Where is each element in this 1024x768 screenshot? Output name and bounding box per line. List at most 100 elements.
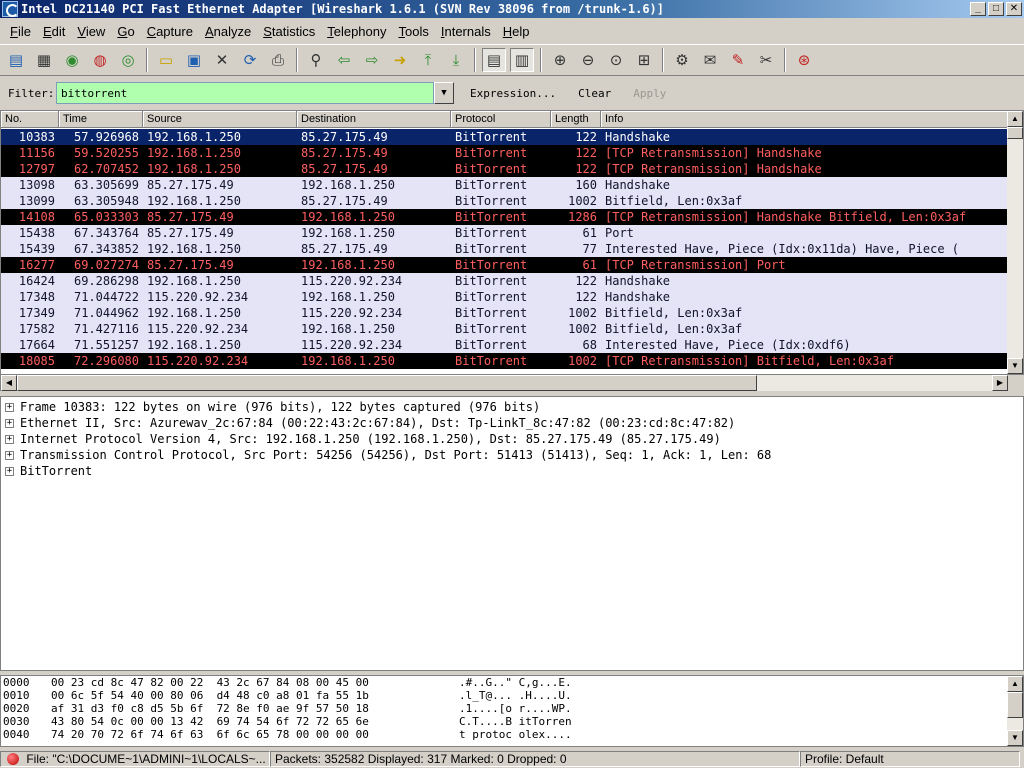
column-header-info[interactable]: Info xyxy=(601,111,1009,128)
filter-history-dropdown[interactable]: ▼ xyxy=(434,82,454,104)
menu-view[interactable]: View xyxy=(71,24,111,39)
close-window-button[interactable]: ✕ xyxy=(1006,2,1022,16)
menu-statistics[interactable]: Statistics xyxy=(257,24,321,39)
expand-icon[interactable]: + xyxy=(5,450,14,460)
first-packet-icon[interactable]: ⤒ xyxy=(416,48,440,72)
hex-row[interactable]: 0000 00 23 cd 8c 47 82 00 22 43 2c 67 84 … xyxy=(1,676,1023,689)
start-capture-icon[interactable]: ◉ xyxy=(60,48,84,72)
column-header-destination[interactable]: Destination xyxy=(297,111,451,128)
packet-row[interactable]: 12797 62.707452 192.168.1.250 85.27.175.49 B… xyxy=(1,161,1009,177)
apply-filter-button[interactable]: Apply xyxy=(627,87,672,100)
menu-file[interactable]: File xyxy=(4,24,37,39)
scroll-left-arrow[interactable]: ◀ xyxy=(1,375,17,391)
detail-ipv4[interactable]: + Internet Protocol Version 4, Src: 192.… xyxy=(1,431,1023,447)
interfaces-icon[interactable]: ▤ xyxy=(4,48,28,72)
status-profile-panel[interactable]: Profile: Default xyxy=(800,751,1020,767)
display-filters-icon[interactable]: ✉ xyxy=(698,48,722,72)
normal-size-icon[interactable]: ⊙ xyxy=(604,48,628,72)
go-to-packet-icon[interactable]: ➜ xyxy=(388,48,412,72)
menu-tools[interactable]: Tools xyxy=(393,24,435,39)
zoom-in-icon[interactable]: ⊕ xyxy=(548,48,572,72)
packet-list-vscrollbar[interactable]: ▲ ▼ xyxy=(1007,111,1023,374)
colorize-icon[interactable]: ▤ xyxy=(482,48,506,72)
scroll-right-arrow[interactable]: ▶ xyxy=(992,375,1008,391)
go-back-icon[interactable]: ⇦ xyxy=(332,48,356,72)
open-file-icon[interactable]: ▭ xyxy=(154,48,178,72)
expression-button[interactable]: Expression... xyxy=(464,87,562,100)
column-header-source[interactable]: Source xyxy=(143,111,297,128)
packet-row[interactable]: 14108 65.033303 85.27.175.49 192.168.1.250 B… xyxy=(1,209,1009,225)
packet-row[interactable]: 17348 71.044722 115.220.92.234 192.168.1.25… xyxy=(1,289,1009,305)
menu-help[interactable]: Help xyxy=(497,24,536,39)
menu-go[interactable]: Go xyxy=(111,24,140,39)
auto-scroll-icon[interactable]: ▥ xyxy=(510,48,534,72)
detail-bittorrent[interactable]: + BitTorrent xyxy=(1,463,1023,479)
hex-row[interactable]: 0040 74 20 70 72 6f 74 6f 63 6f 6c 65 78 … xyxy=(1,728,1023,741)
restart-capture-icon[interactable]: ◎ xyxy=(116,48,140,72)
expand-icon[interactable]: + xyxy=(5,466,14,476)
clear-filter-button[interactable]: Clear xyxy=(572,87,617,100)
column-header-length[interactable]: Length xyxy=(551,111,601,128)
resize-columns-icon[interactable]: ⊞ xyxy=(632,48,656,72)
packet-row[interactable]: 13098 63.305699 85.27.175.49 192.168.1.250 B… xyxy=(1,177,1009,193)
stop-capture-icon[interactable]: ◍ xyxy=(88,48,112,72)
packet-row[interactable]: 15438 67.343764 85.27.175.49 192.168.1.250 B… xyxy=(1,225,1009,241)
detail-tcp[interactable]: + Transmission Control Protocol, Src Por… xyxy=(1,447,1023,463)
find-icon[interactable]: ⚲ xyxy=(304,48,328,72)
zoom-out-icon[interactable]: ⊖ xyxy=(576,48,600,72)
packet-length: 122 xyxy=(575,130,597,144)
scroll-thumb[interactable] xyxy=(1007,692,1023,718)
coloring-rules-icon[interactable]: ✎ xyxy=(726,48,750,72)
scroll-up-arrow[interactable]: ▲ xyxy=(1007,111,1023,127)
menu-analyze[interactable]: Analyze xyxy=(199,24,257,39)
hex-row[interactable]: 0010 00 6c 5f 54 40 00 80 06 d4 48 c0 a8 … xyxy=(1,689,1023,702)
help-icon[interactable]: ⊛ xyxy=(792,48,816,72)
bytes-vscrollbar[interactable]: ▲ ▼ xyxy=(1007,676,1023,746)
expand-icon[interactable]: + xyxy=(5,402,14,412)
preferences-icon[interactable]: ✂ xyxy=(754,48,778,72)
capture-filters-icon[interactable]: ⚙ xyxy=(670,48,694,72)
detail-frame[interactable]: + Frame 10383: 122 bytes on wire (976 bi… xyxy=(1,399,1023,415)
packet-row[interactable]: 11156 59.520255 192.168.1.250 85.27.175.49 B… xyxy=(1,145,1009,161)
detail-ethernet[interactable]: + Ethernet II, Src: Azurewav_2c:67:84 (0… xyxy=(1,415,1023,431)
packet-row[interactable]: 10383 57.926968 192.168.1.250 85.27.175.49 B… xyxy=(1,129,1009,145)
maximize-button[interactable]: □ xyxy=(988,2,1004,16)
status-file-panel[interactable]: File: "C:\DOCUME~1\ADMINI~1\LOCALS~... xyxy=(0,751,270,767)
save-file-icon[interactable]: ▣ xyxy=(182,48,206,72)
hex-row[interactable]: 0030 43 80 54 0c 00 00 13 42 69 74 54 6f … xyxy=(1,715,1023,728)
scroll-up-arrow[interactable]: ▲ xyxy=(1007,676,1023,692)
packet-row[interactable]: 15439 67.343852 192.168.1.250 85.27.175.49 B… xyxy=(1,241,1009,257)
packet-row[interactable]: 17664 71.551257 192.168.1.250 115.220.92.23… xyxy=(1,337,1009,353)
column-header-protocol[interactable]: Protocol xyxy=(451,111,551,128)
column-header-no[interactable]: No. xyxy=(1,111,59,128)
hscroll-thumb[interactable] xyxy=(17,375,757,391)
menu-edit[interactable]: Edit xyxy=(37,24,71,39)
column-header-time[interactable]: Time xyxy=(59,111,143,128)
expert-info-icon[interactable] xyxy=(7,753,19,765)
menu-telephony[interactable]: Telephony xyxy=(321,24,392,39)
menu-internals[interactable]: Internals xyxy=(435,24,497,39)
scroll-down-arrow[interactable]: ▼ xyxy=(1007,358,1023,374)
reload-icon[interactable]: ⟳ xyxy=(238,48,262,72)
packet-row[interactable]: 13099 63.305948 192.168.1.250 85.27.175.49 B… xyxy=(1,193,1009,209)
scroll-down-arrow[interactable]: ▼ xyxy=(1007,730,1023,746)
hex-row[interactable]: 0020 af 31 d3 f0 c8 d5 5b 6f 72 8e f0 ae … xyxy=(1,702,1023,715)
display-filter-input[interactable] xyxy=(56,82,434,104)
wireshark-app-icon[interactable] xyxy=(2,1,19,17)
packet-row[interactable]: 17349 71.044962 192.168.1.250 115.220.92.23… xyxy=(1,305,1009,321)
packet-list-hscrollbar[interactable]: ◀ ▶ xyxy=(0,375,1008,391)
scroll-thumb[interactable] xyxy=(1007,127,1023,139)
packet-row[interactable]: 17582 71.427116 115.220.92.234 192.168.1.25… xyxy=(1,321,1009,337)
expand-icon[interactable]: + xyxy=(5,418,14,428)
packet-row[interactable]: 16424 69.286298 192.168.1.250 115.220.92.23… xyxy=(1,273,1009,289)
expand-icon[interactable]: + xyxy=(5,434,14,444)
options-icon[interactable]: ▦ xyxy=(32,48,56,72)
menu-capture[interactable]: Capture xyxy=(141,24,199,39)
print-icon[interactable]: ⎙ xyxy=(266,48,290,72)
last-packet-icon[interactable]: ⤓ xyxy=(444,48,468,72)
minimize-button[interactable]: _ xyxy=(970,2,986,16)
packet-row[interactable]: 18085 72.296080 115.220.92.234 192.168.1.25… xyxy=(1,353,1009,369)
go-forward-icon[interactable]: ⇨ xyxy=(360,48,384,72)
packet-row[interactable]: 16277 69.027274 85.27.175.49 192.168.1.250 B… xyxy=(1,257,1009,273)
close-file-icon[interactable]: ✕ xyxy=(210,48,234,72)
